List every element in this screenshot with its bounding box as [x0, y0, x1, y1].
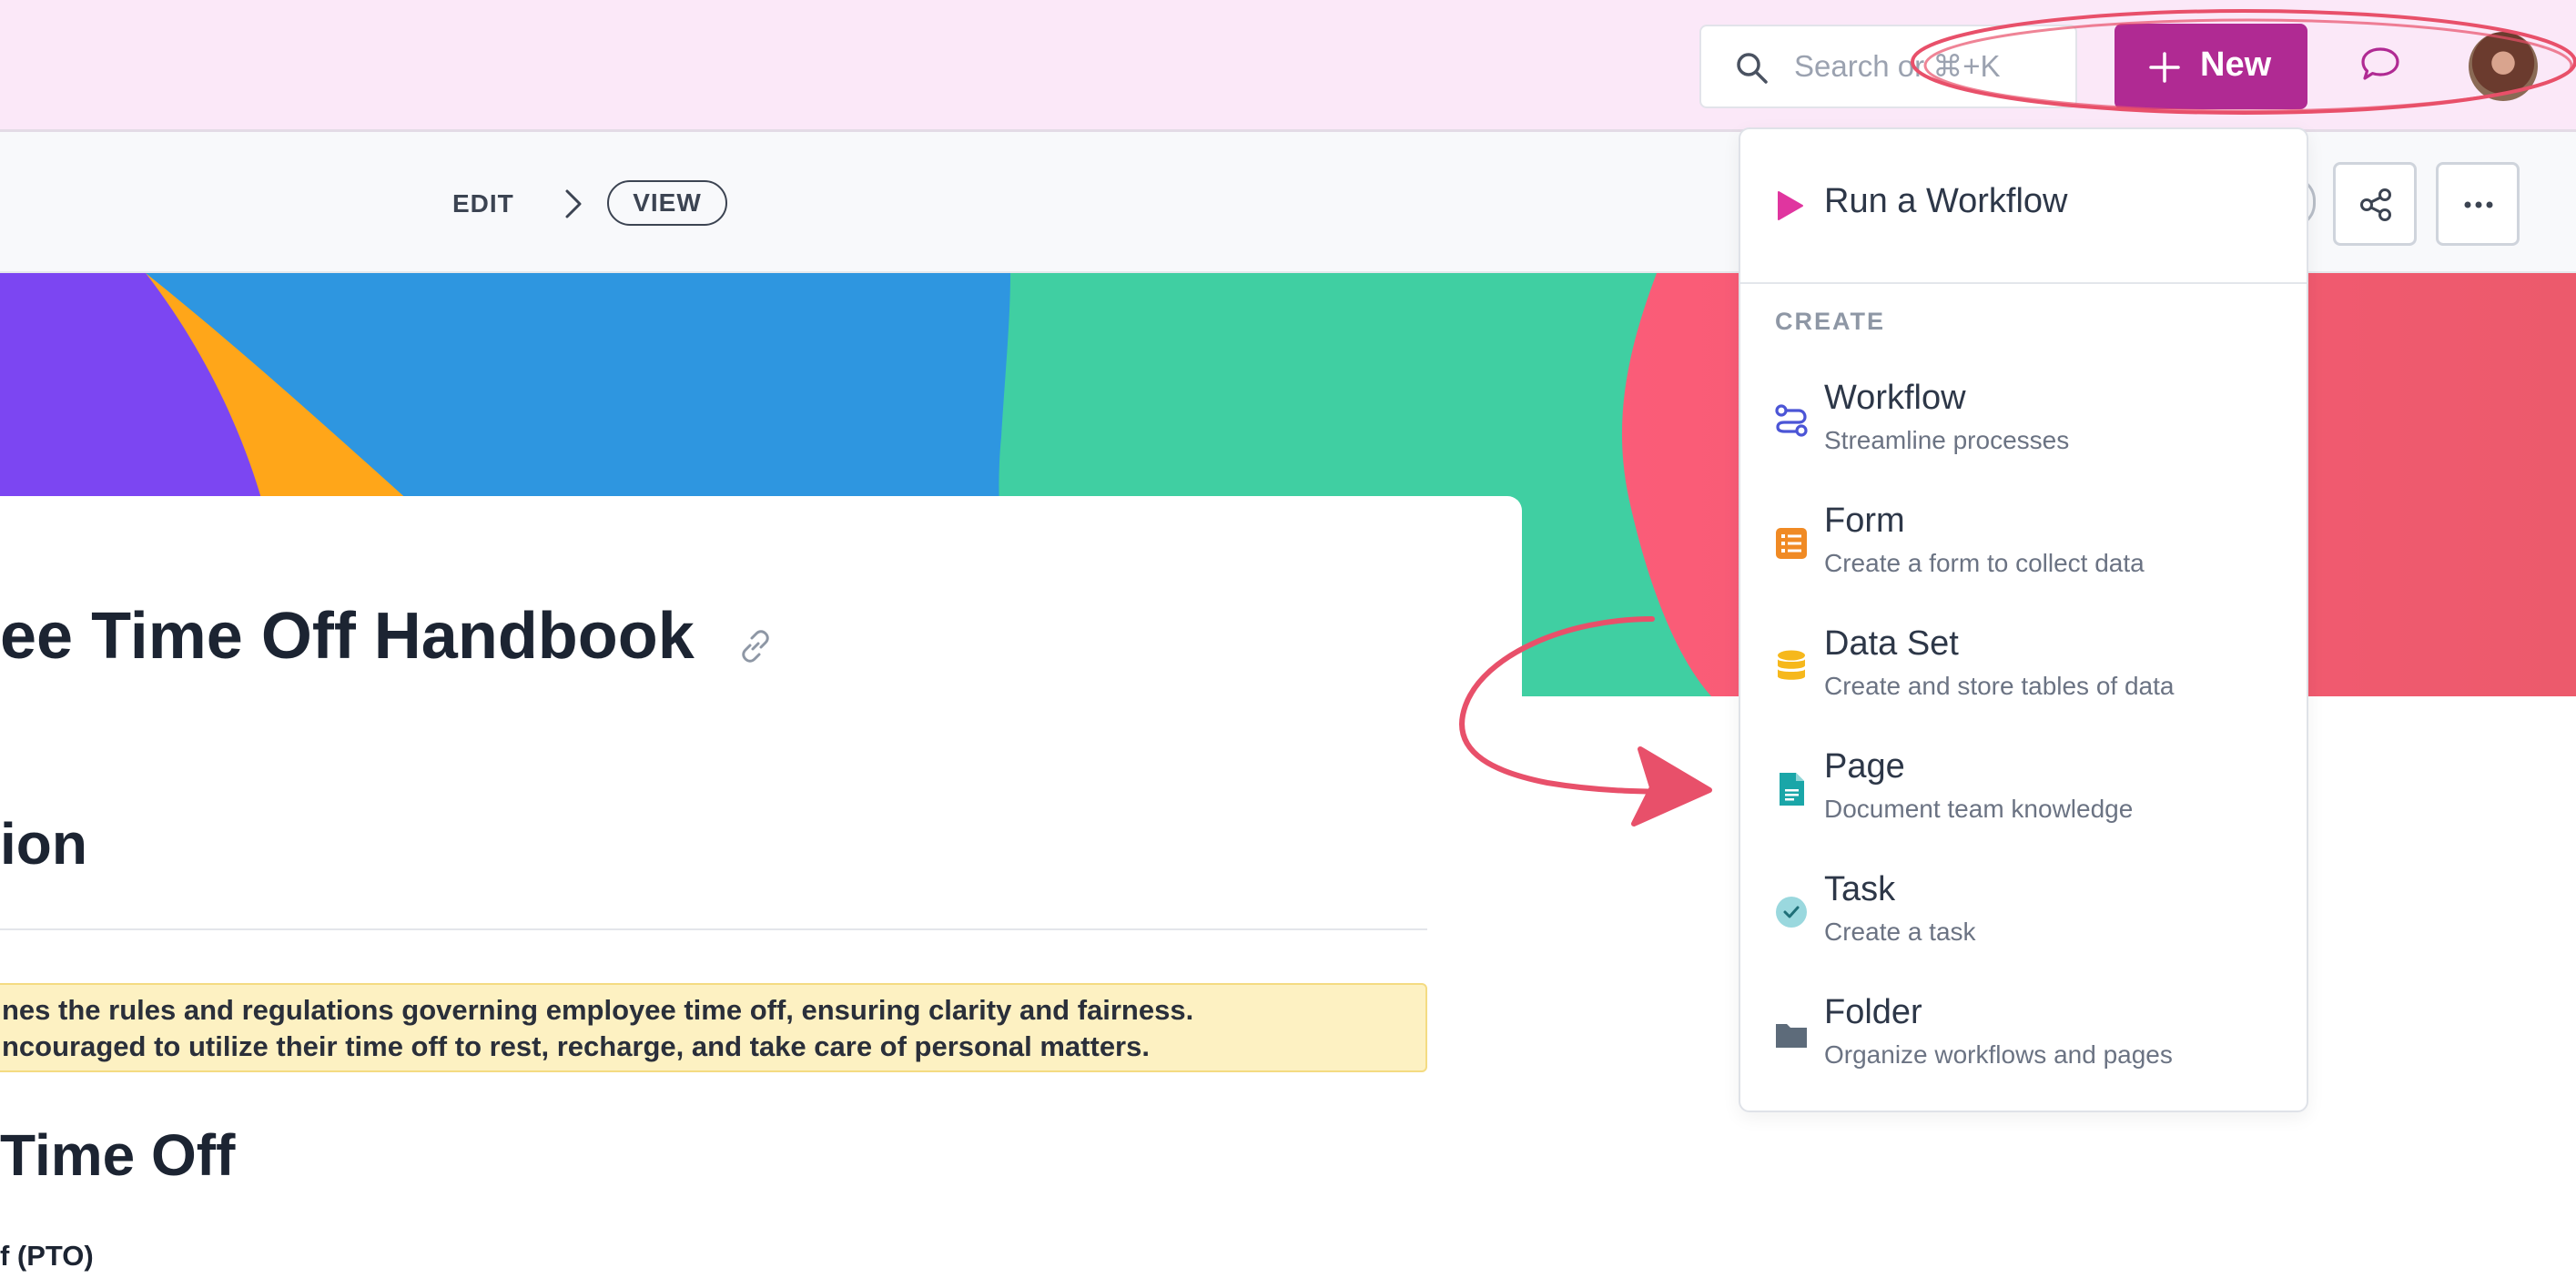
more-options-button[interactable] [2436, 162, 2520, 246]
menu-item-data-set[interactable]: Data Set Create and store tables of data [1740, 610, 2307, 728]
plus-icon [2149, 52, 2180, 83]
menu-item-workflow[interactable]: Workflow Streamline processes [1740, 364, 2307, 482]
new-button[interactable]: New [2115, 24, 2307, 109]
menu-item-description: Organize workflows and pages [1824, 1040, 2173, 1069]
avatar[interactable] [2469, 32, 2538, 101]
callout-box: nes the rules and regulations governing … [0, 983, 1427, 1072]
menu-item-description: Create a form to collect data [1824, 549, 2145, 577]
link-icon[interactable] [737, 628, 774, 664]
folder-icon [1776, 1024, 1807, 1048]
new-button-label: New [2200, 46, 2272, 84]
section-heading: ion [0, 811, 87, 877]
menu-item-description: Create a task [1824, 918, 1976, 946]
menu-divider [1740, 282, 2307, 284]
section-heading-time-off: Time Off [0, 1122, 236, 1188]
divider [0, 928, 1427, 930]
page-title: ee Time Off Handbook [0, 600, 695, 673]
menu-item-description: Document team knowledge [1824, 795, 2134, 823]
callout-line-1: nes the rules and regulations governing … [2, 994, 1194, 1026]
page-icon [1780, 773, 1804, 806]
chat-bubble-icon [2361, 47, 2399, 80]
menu-item-folder[interactable]: Folder Organize workflows and pages [1740, 979, 2307, 1097]
chevron-right-icon [565, 189, 582, 218]
share-icon [2360, 188, 2391, 221]
new-menu-dropdown: Run a Workflow CREATE Workflow Streamlin… [1739, 127, 2308, 1112]
run-workflow-item[interactable]: Run a Workflow [1740, 129, 2307, 282]
menu-item-title: Form [1824, 502, 1905, 540]
play-icon [1778, 191, 1803, 220]
dataset-icon [1778, 650, 1805, 680]
annotation-arrowhead [1631, 746, 1712, 827]
ellipsis-icon [2464, 201, 2493, 208]
menu-item-title: Workflow [1824, 379, 1966, 417]
menu-item-title: Data Set [1824, 624, 1959, 663]
subsection-heading-pto: f (PTO) [0, 1240, 94, 1272]
run-workflow-label: Run a Workflow [1824, 182, 2068, 220]
task-icon [1776, 897, 1807, 928]
workflow-icon [1775, 404, 1808, 437]
form-icon [1776, 528, 1807, 559]
menu-item-description: Streamline processes [1824, 426, 2070, 454]
menu-item-task[interactable]: Task Create a task [1740, 856, 2307, 974]
menu-item-title: Task [1824, 870, 1896, 908]
menu-section-label: CREATE [1775, 308, 1886, 335]
edit-mode-tab[interactable]: EDIT [452, 189, 514, 218]
menu-item-title: Folder [1824, 993, 1922, 1031]
menu-item-title: Page [1824, 747, 1905, 786]
share-button[interactable] [2333, 162, 2417, 246]
view-mode-tab[interactable]: VIEW [607, 180, 727, 226]
callout-line-2: ncouraged to utilize their time off to r… [2, 1030, 1150, 1062]
menu-item-page[interactable]: Page Document team knowledge [1740, 733, 2307, 851]
search-placeholder: Search or ⌘+K [1794, 49, 2001, 83]
search-input[interactable]: Search or ⌘+K [1699, 25, 2077, 108]
menu-item-description: Create and store tables of data [1824, 672, 2175, 700]
menu-item-form[interactable]: Form Create a form to collect data [1740, 487, 2307, 605]
search-icon [1737, 53, 1768, 84]
comments-button[interactable] [2359, 46, 2401, 88]
